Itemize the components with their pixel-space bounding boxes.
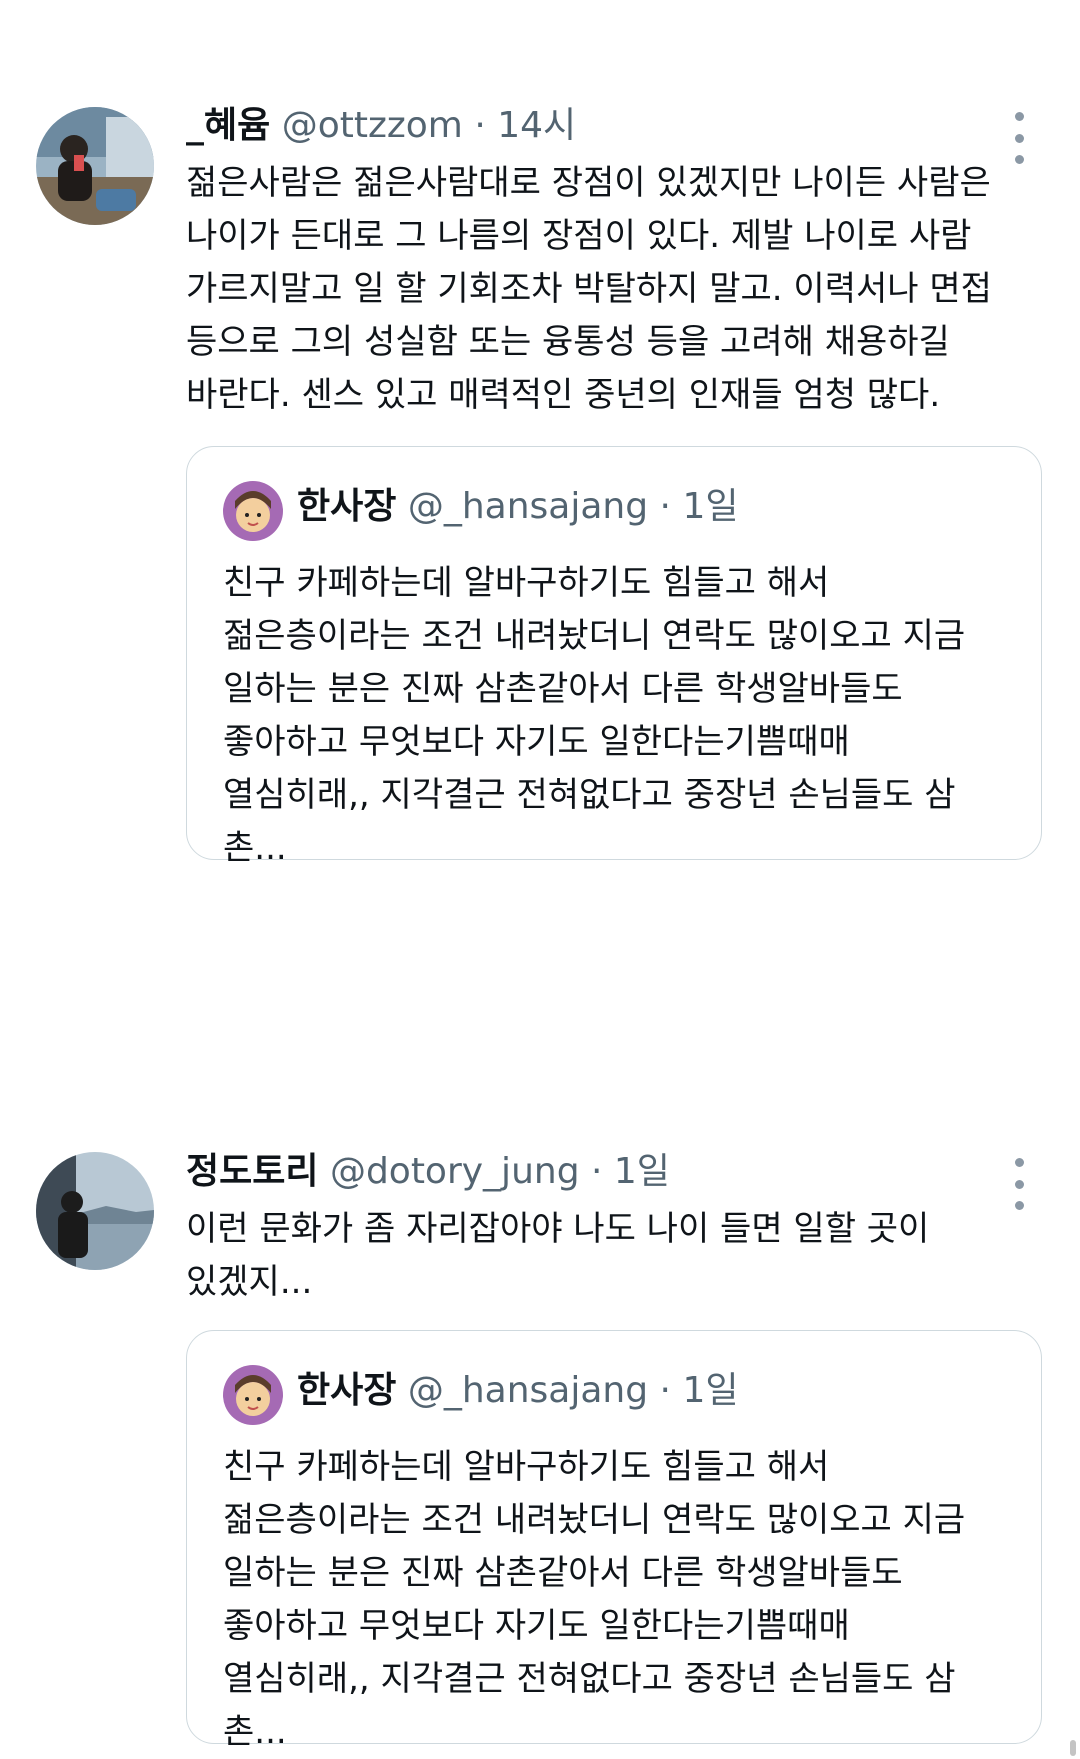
scrollbar[interactable] [1070, 1740, 1076, 1756]
avatar [223, 1365, 283, 1425]
tweet-header: _혜윰 @ottzzom · 14시 [186, 104, 576, 148]
tweet-text: 이런 문화가 좀 자리잡아야 나도 나이 들면 일할 곳이 있겠지... [186, 1209, 930, 1302]
separator: · [591, 1151, 603, 1192]
timestamp: 1일 [682, 1370, 739, 1411]
handle: @_hansajang [407, 1370, 649, 1411]
display-name: 한사장 [297, 1370, 397, 1411]
separator: · [659, 486, 671, 527]
handle: @_hansajang [407, 486, 649, 527]
quoted-tweet-header: 한사장 @_hansajang · 1일 [297, 485, 738, 529]
tweet[interactable]: 정도토리 @dotory_jung · 1일 이런 문화가 좀 자리잡아야 나도… [0, 1100, 1080, 1756]
tweet[interactable]: _혜윰 @ottzzom · 14시 젊은사람은 젊은사람대로 장점이 있겠지만… [0, 0, 1080, 880]
timestamp[interactable]: 14시 [497, 105, 576, 146]
display-name[interactable]: _혜윰 [186, 105, 270, 146]
quoted-tweet-text: 친구 카페하는데 알바구하기도 힘들고 해서 젊은층이라는 조건 내려놨더니 연… [223, 563, 966, 868]
separator: · [659, 1370, 671, 1411]
avatar [223, 481, 283, 541]
display-name[interactable]: 정도토리 [186, 1151, 318, 1192]
quoted-tweet[interactable]: 한사장 @_hansajang · 1일 친구 카페하는데 알바구하기도 힘들고… [186, 446, 1042, 868]
timestamp: 1일 [682, 486, 739, 527]
quoted-tweet-header: 한사장 @_hansajang · 1일 [297, 1369, 738, 1413]
quoted-tweet-text: 친구 카페하는데 알바구하기도 힘들고 해서 젊은층이라는 조건 내려놨더니 연… [223, 1447, 966, 1752]
avatar[interactable] [36, 107, 154, 225]
tweet-header: 정도토리 @dotory_jung · 1일 [186, 1150, 670, 1194]
display-name: 한사장 [297, 486, 397, 527]
timestamp[interactable]: 1일 [614, 1151, 670, 1192]
avatar[interactable] [36, 1152, 154, 1270]
handle[interactable]: @dotory_jung [330, 1151, 580, 1192]
tweet-text: 젊은사람은 젊은사람대로 장점이 있겠지만 나이든 사람은 나이가 든대로 그 … [186, 163, 992, 415]
quoted-tweet[interactable]: 한사장 @_hansajang · 1일 친구 카페하는데 알바구하기도 힘들고… [186, 1330, 1042, 1752]
handle[interactable]: @ottzzom [282, 105, 463, 146]
separator: · [474, 105, 486, 146]
